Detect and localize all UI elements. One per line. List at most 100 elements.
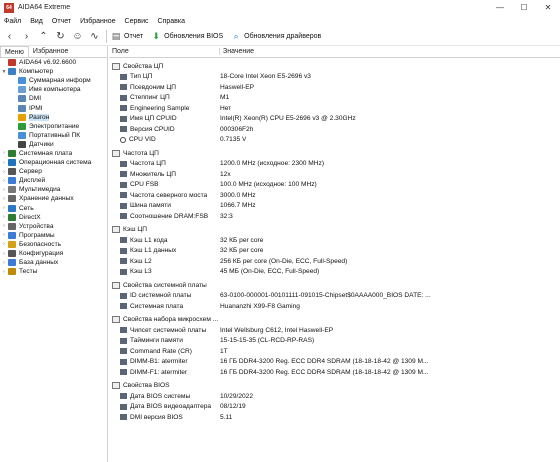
tree-item[interactable]: › Дисплей (0, 176, 107, 185)
expand-chevron-icon[interactable]: › (0, 150, 8, 156)
tab-favorites[interactable]: Избранное (29, 46, 72, 57)
menu-report[interactable]: Отчет (52, 18, 71, 25)
property-row[interactable]: Множитель ЦП 12x (109, 169, 560, 180)
property-row[interactable]: ID системной платы 63-0100-000001-0010111… (109, 291, 560, 302)
tree-item[interactable]: › Программы (0, 231, 107, 240)
tree-item[interactable]: Портативный ПК (0, 131, 107, 140)
maximize-button[interactable]: ☐ (512, 0, 536, 15)
property-icon (120, 237, 127, 244)
property-row[interactable]: CPU FSB 100.0 MHz (исходное: 100 MHz) (109, 180, 560, 191)
tree-item[interactable]: DMI (0, 94, 107, 103)
tree-item[interactable]: › Системная плата (0, 149, 107, 158)
property-name-text: Дата BIOS системы (130, 392, 191, 400)
bios-updates-button[interactable]: ⬇ Обновления BIOS (151, 31, 223, 42)
up-icon[interactable]: ⌃ (36, 29, 51, 44)
tree-item[interactable]: › Устройства (0, 222, 107, 231)
menu-view[interactable]: Вид (30, 18, 43, 25)
tree-item[interactable]: › Операционная система (0, 158, 107, 167)
tree-item[interactable]: Датчики (0, 140, 107, 149)
tab-menu[interactable]: Меню (0, 46, 29, 57)
menu-help[interactable]: Справка (158, 18, 185, 25)
expand-chevron-icon[interactable]: › (0, 241, 8, 247)
property-row[interactable]: Кэш L1 кода 32 КБ per core (109, 235, 560, 246)
expand-chevron-icon[interactable]: › (0, 178, 8, 184)
property-row[interactable]: Кэш L3 45 МБ (On-Die, ECC, Full-Speed) (109, 267, 560, 278)
property-value: 1T (220, 347, 228, 355)
property-row[interactable]: DIMM-B1: atermiter 16 ГБ DDR4-3200 Reg. E… (109, 357, 560, 368)
expand-chevron-icon[interactable]: › (0, 187, 8, 193)
column-field[interactable]: Поле (109, 48, 220, 55)
tree-item[interactable]: AIDA64 v6.92.6600 (0, 58, 107, 67)
tree-item[interactable]: › Мультимедиа (0, 185, 107, 194)
property-row[interactable]: Command Rate (CR) 1T (109, 346, 560, 357)
download-arrow-icon: ⬇ (152, 31, 160, 41)
property-row[interactable]: Шина памяти 1066.7 MHz (109, 201, 560, 212)
property-row[interactable]: Кэш L1 данных 32 КБ per core (109, 246, 560, 257)
tree-item[interactable]: Разгон (0, 113, 107, 122)
property-row[interactable]: Чипсет системной платы Intel Wellsburg C6… (109, 325, 560, 336)
menu-service[interactable]: Сервис (125, 18, 149, 25)
column-value[interactable]: Значение (220, 48, 254, 55)
expand-chevron-icon[interactable]: ▼ (0, 69, 8, 75)
tree-item[interactable]: Электропитание (0, 122, 107, 131)
property-row[interactable]: Дата BIOS видеоадаптера 08/12/19 (109, 402, 560, 413)
back-icon[interactable]: ‹ (2, 29, 17, 44)
expand-chevron-icon[interactable]: › (0, 205, 8, 211)
section-title-text: Кэш ЦП (123, 226, 147, 234)
expand-chevron-icon[interactable]: › (0, 223, 8, 229)
property-icon (120, 84, 127, 91)
property-icon (120, 202, 127, 209)
property-row[interactable]: DIMM-F1: atermiter 16 ГБ DDR4-3200 Reg. E… (109, 367, 560, 378)
property-name-text: CPU VID (129, 136, 156, 144)
property-row[interactable]: Частота северного моста 3000.0 MHz (109, 190, 560, 201)
tree-item[interactable]: › Безопасность (0, 240, 107, 249)
property-row[interactable]: Дата BIOS системы 10/29/2022 (109, 391, 560, 402)
property-row[interactable]: Частота ЦП 1200.0 MHz (исходное: 2300 MHz… (109, 159, 560, 170)
expand-chevron-icon[interactable]: › (0, 160, 8, 166)
property-row[interactable]: Тип ЦП 18-Core Intel Xeon E5-2696 v3 (109, 72, 560, 83)
property-row[interactable]: CPU VID 0.7135 V (109, 135, 560, 146)
chart-icon[interactable]: ∿ (87, 29, 102, 44)
property-row[interactable]: Степпинг ЦП M1 (109, 93, 560, 104)
tree-item[interactable]: › Конфигурация (0, 249, 107, 258)
menu-file[interactable]: Файл (4, 18, 21, 25)
expand-chevron-icon[interactable]: › (0, 251, 8, 257)
user-icon[interactable]: ☺ (70, 29, 85, 44)
property-name: DIMM-F1: atermiter (109, 369, 220, 376)
property-row[interactable]: Соотношение DRAM:FSB 32:3 (109, 211, 560, 222)
tree-item[interactable]: › Тесты (0, 267, 107, 276)
tree-item[interactable]: › Сеть (0, 204, 107, 213)
tree-item[interactable]: › DirectX (0, 213, 107, 222)
report-button[interactable]: ▤ Отчет (111, 31, 143, 42)
close-button[interactable]: ✕ (536, 0, 560, 15)
tree-item[interactable]: ▼ Компьютер (0, 67, 107, 76)
forward-icon[interactable]: › (19, 29, 34, 44)
property-row[interactable]: Engineering Sample Нет (109, 103, 560, 114)
tree-item[interactable]: Имя компьютера (0, 85, 107, 94)
expand-chevron-icon[interactable]: › (0, 169, 8, 175)
property-row[interactable]: Псевдоним ЦП Haswell-EP (109, 82, 560, 93)
property-row[interactable]: Кэш L2 256 КБ per core (On-Die, ECC, Full… (109, 256, 560, 267)
tree-item[interactable]: IPMI (0, 103, 107, 112)
menu-favorites[interactable]: Избранное (80, 18, 115, 25)
refresh-icon[interactable]: ↻ (53, 29, 68, 44)
expand-chevron-icon[interactable]: › (0, 196, 8, 202)
property-value: 32:3 (220, 212, 233, 220)
property-row[interactable]: DMI версия BIOS 5.11 (109, 412, 560, 423)
property-row[interactable]: Имя ЦП CPUID Intel(R) Xeon(R) CPU E5-2696… (109, 114, 560, 125)
driver-updates-button[interactable]: ⌕ Обновления драйверов (231, 31, 322, 42)
tree-item[interactable]: › База данных (0, 258, 107, 267)
tree-item[interactable]: Суммарная информ (0, 76, 107, 85)
tree-item[interactable]: › Хранение данных (0, 194, 107, 203)
expand-chevron-icon[interactable]: › (0, 260, 8, 266)
expand-chevron-icon[interactable]: › (0, 269, 8, 275)
property-value: 16 ГБ DDR4-3200 Reg. ECC DDR4 SDRAM (18-… (220, 368, 429, 376)
property-row[interactable]: Версия CPUID 000306F2h (109, 124, 560, 135)
property-name-text: Степпинг ЦП (130, 94, 170, 102)
minimize-button[interactable]: — (488, 0, 512, 15)
expand-chevron-icon[interactable]: › (0, 232, 8, 238)
property-row[interactable]: Системная плата Huananzhi X99-F8 Gaming (109, 301, 560, 312)
tree-item[interactable]: › Сервер (0, 167, 107, 176)
expand-chevron-icon[interactable]: › (0, 214, 8, 220)
property-row[interactable]: Тайминги памяти 15-15-15-35 (CL-RCD-RP-RA… (109, 336, 560, 347)
